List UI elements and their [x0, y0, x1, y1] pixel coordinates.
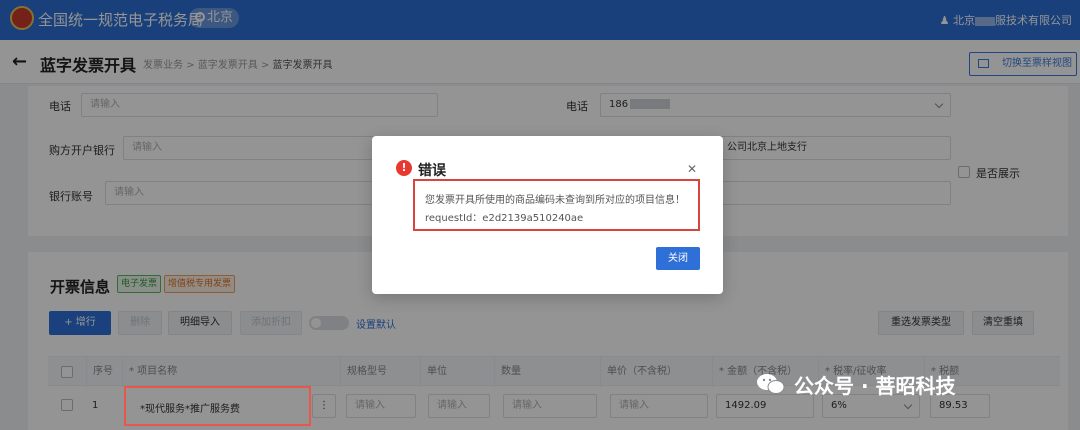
- error-message: 您发票开具所使用的商品编码未查询到所对应的项目信息！: [425, 195, 685, 206]
- wechat-icon: [757, 374, 785, 394]
- close-icon[interactable]: ✕: [687, 162, 697, 176]
- error-dialog: ! 错误 ✕ 您发票开具所使用的商品编码未查询到所对应的项目信息！ reques…: [372, 136, 723, 294]
- watermark-text: 公众号 · 菩昭科技: [794, 374, 956, 398]
- modal-overlay-top: [0, 0, 1080, 84]
- close-button[interactable]: 关闭: [656, 247, 700, 270]
- error-icon: !: [396, 160, 412, 176]
- item-name-highlight: [124, 386, 311, 426]
- dialog-title: 错误: [418, 163, 446, 179]
- request-id-text: requestId：e2d2139a510240ae: [425, 213, 584, 224]
- error-message-box: 您发票开具所使用的商品编码未查询到所对应的项目信息！ requestId：e2d…: [413, 179, 700, 231]
